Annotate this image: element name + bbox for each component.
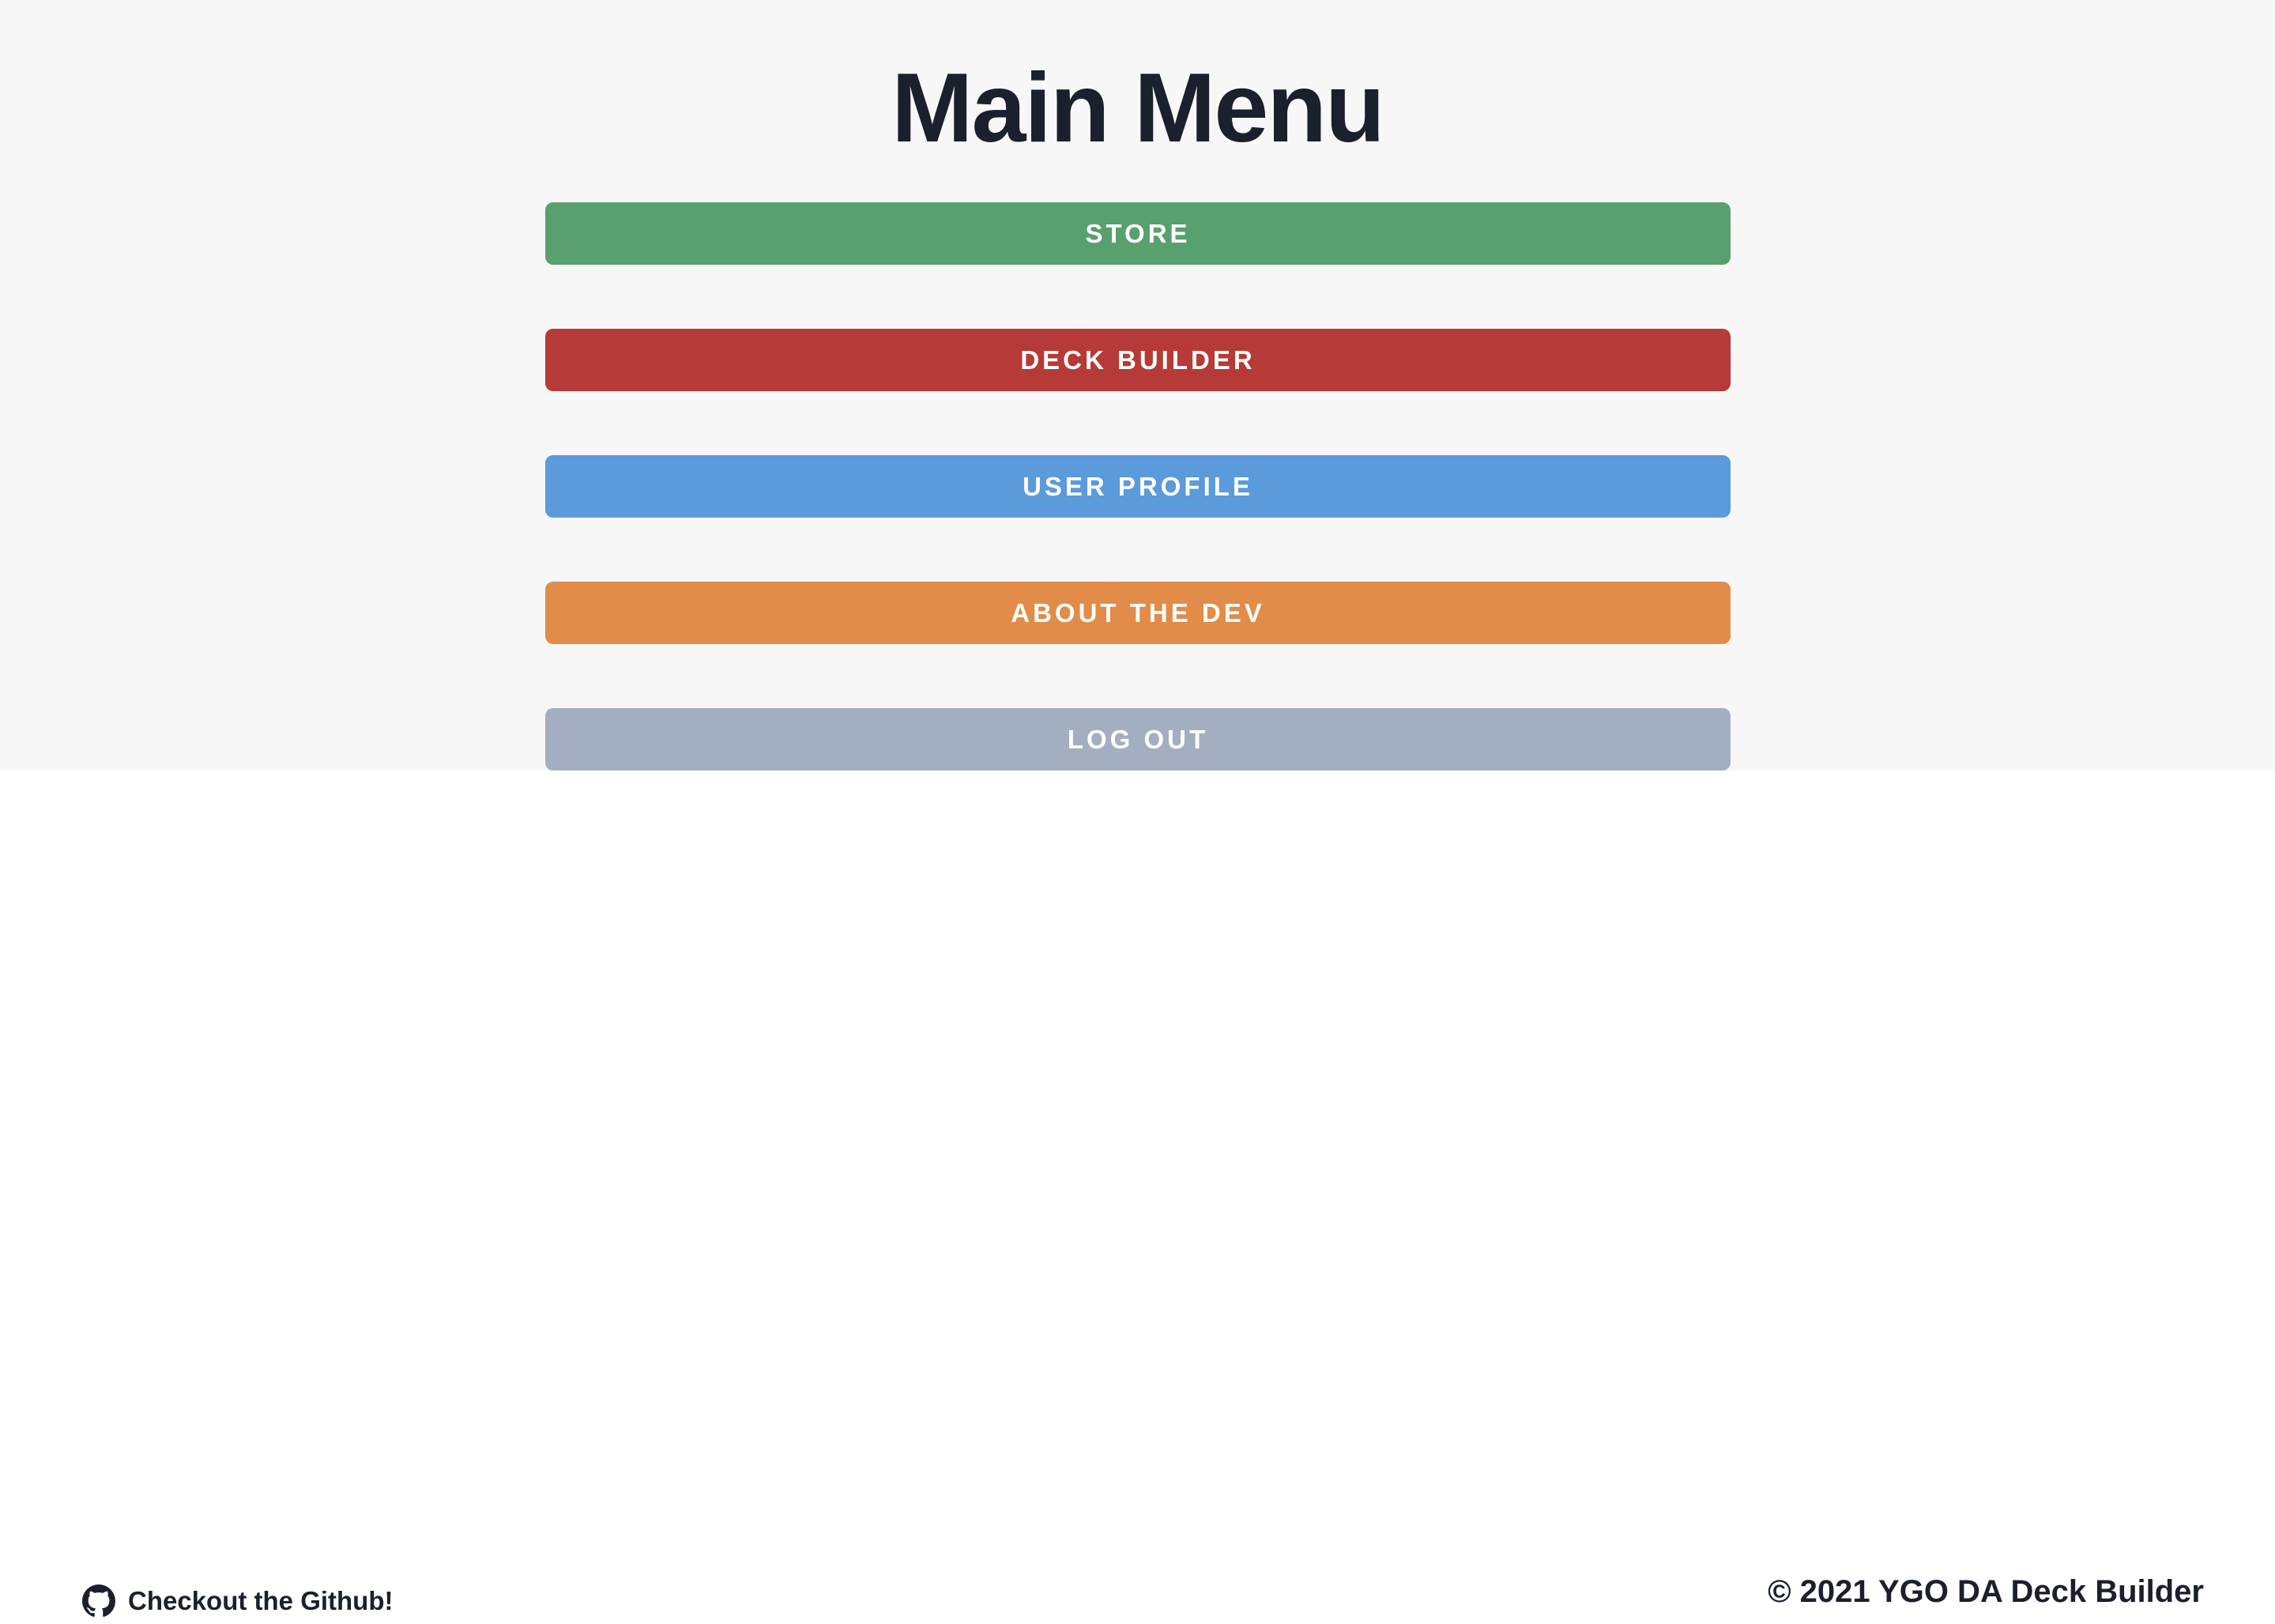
copyright-text: © 2021 YGO DA Deck Builder bbox=[1768, 1574, 2204, 1609]
about-the-dev-button[interactable]: ABOUT THE DEV bbox=[545, 582, 1731, 644]
page-title: Main Menu bbox=[891, 54, 1385, 163]
user-profile-button[interactable]: USER PROFILE bbox=[545, 455, 1731, 518]
github-link-label: Checkout the Github! bbox=[128, 1586, 394, 1615]
github-icon bbox=[82, 1584, 115, 1618]
main-menu-area: Main Menu STORE DECK BUILDER USER PROFIL… bbox=[0, 0, 2275, 771]
store-button[interactable]: STORE bbox=[545, 202, 1731, 265]
log-out-button[interactable]: LOG OUT bbox=[545, 708, 1731, 771]
github-link[interactable]: Checkout the Github! bbox=[82, 1583, 393, 1619]
deck-builder-button[interactable]: DECK BUILDER bbox=[545, 329, 1731, 391]
footer: Checkout the Github! © 2021 YGO DA Deck … bbox=[0, 771, 2275, 1617]
